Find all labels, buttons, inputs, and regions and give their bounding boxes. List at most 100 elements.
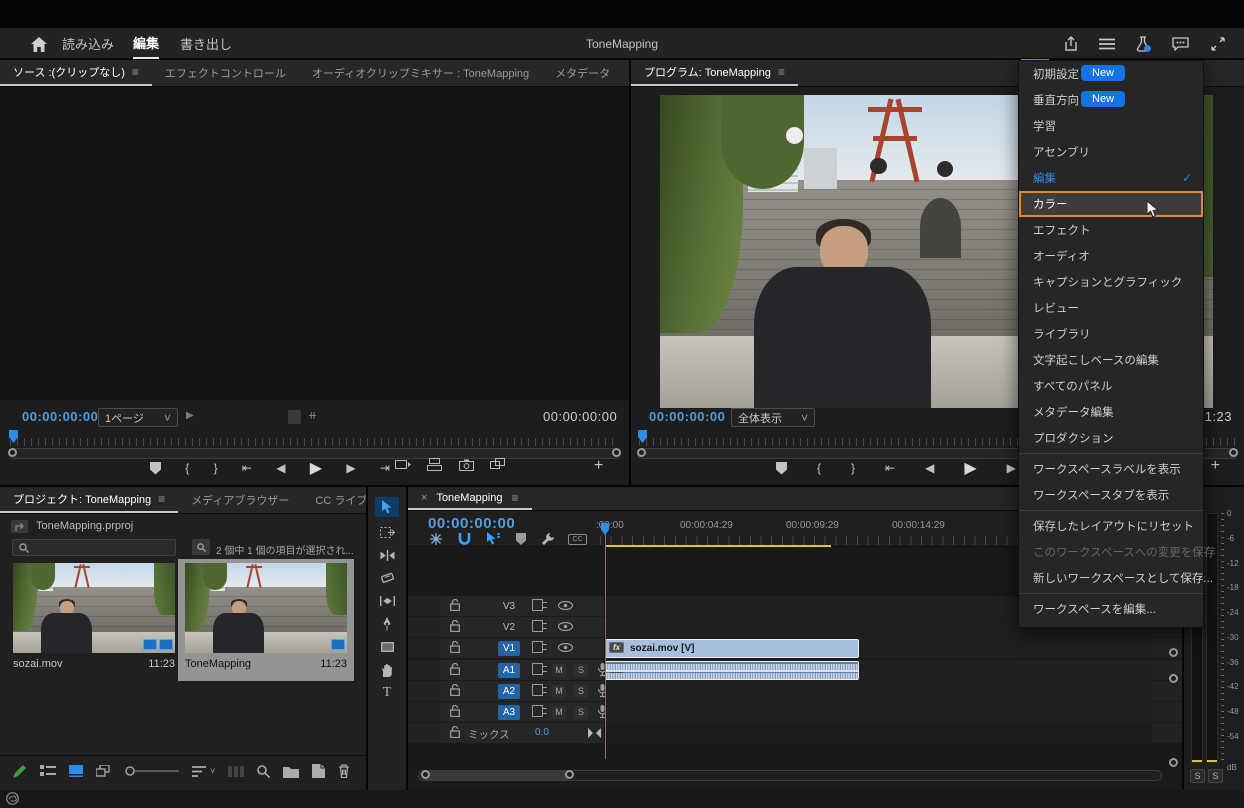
- experiment-icon[interactable]: [1132, 33, 1154, 55]
- source-mini-ruler[interactable]: [10, 438, 619, 446]
- play-button[interactable]: ▶: [964, 458, 976, 478]
- menu-item-metadata-editing[interactable]: メタデータ編集: [1019, 399, 1203, 425]
- mute-button[interactable]: M: [552, 705, 566, 719]
- lock-icon[interactable]: [450, 599, 460, 611]
- tab-effect-controls[interactable]: エフェクトコントロール: [152, 60, 299, 86]
- step-back-button[interactable]: ◀: [276, 461, 285, 475]
- captions-display-icon[interactable]: CC: [568, 534, 587, 545]
- toggle-track-output-eye-icon[interactable]: [558, 622, 573, 631]
- toggle-track-output-eye-icon[interactable]: [558, 643, 573, 652]
- timeline-timecode[interactable]: 00:00:00:00: [428, 515, 515, 532]
- menu-item-libraries[interactable]: ライブラリ: [1019, 321, 1203, 347]
- clip-name[interactable]: sozai.mov: [13, 658, 63, 670]
- source-patch-icon[interactable]: [532, 620, 547, 632]
- track-height-handle[interactable]: [1169, 674, 1178, 683]
- mark-in-button[interactable]: {: [185, 461, 189, 475]
- icon-view-icon[interactable]: [69, 765, 83, 777]
- lock-icon[interactable]: [450, 684, 460, 696]
- scrollbar-handle-right[interactable]: [612, 448, 621, 457]
- add-marker-button[interactable]: [776, 461, 787, 475]
- type-tool[interactable]: T: [375, 685, 399, 701]
- nav-import[interactable]: 読み込み: [62, 28, 114, 59]
- lock-icon[interactable]: [450, 726, 460, 738]
- tab-source[interactable]: ソース :(クリップなし) ≡: [0, 60, 152, 86]
- home-icon[interactable]: [28, 33, 50, 55]
- rectangle-tool[interactable]: [375, 639, 399, 655]
- pen-tool[interactable]: [375, 616, 399, 632]
- program-timecode-current[interactable]: 00:00:00:00: [649, 409, 725, 424]
- track-name-badge[interactable]: V3: [498, 599, 520, 614]
- writable-pencil-icon[interactable]: [12, 764, 27, 779]
- solo-button[interactable]: S: [574, 684, 588, 698]
- program-button-editor[interactable]: +: [1211, 457, 1220, 475]
- scrollbar-handle-left[interactable]: [8, 448, 17, 457]
- ripple-edit-tool[interactable]: [375, 547, 399, 563]
- tab-audio-clip-mixer[interactable]: オーディオクリップミキサー : ToneMapping: [299, 60, 542, 86]
- source-patch-icon[interactable]: [532, 705, 547, 717]
- trim-icon[interactable]: ⧺: [308, 409, 317, 422]
- linked-selection-icon[interactable]: [486, 532, 500, 545]
- scrollbar-handle-right[interactable]: [565, 770, 574, 779]
- menu-item-production[interactable]: プロダクション: [1019, 425, 1203, 451]
- menu-item-learning[interactable]: 学習: [1019, 113, 1203, 139]
- track-content[interactable]: [605, 702, 1152, 722]
- tab-media-browser[interactable]: メディアブラウザー: [178, 487, 302, 513]
- clip-thumbnail[interactable]: [13, 563, 175, 653]
- track-content[interactable]: [605, 681, 1152, 701]
- menu-item-audio[interactable]: オーディオ: [1019, 243, 1203, 269]
- track-name-badge[interactable]: V2: [498, 620, 520, 635]
- timeline-playhead-line[interactable]: [604, 533, 606, 759]
- mute-button[interactable]: M: [552, 684, 566, 698]
- search-input[interactable]: [12, 539, 176, 556]
- mark-out-button[interactable]: }: [214, 461, 218, 475]
- delete-icon[interactable]: [338, 764, 350, 778]
- source-patch-icon[interactable]: [532, 641, 547, 653]
- export-frame-icon[interactable]: [458, 459, 474, 471]
- menu-item-edit-workspaces[interactable]: ワークスペースを編集...: [1019, 596, 1203, 622]
- freeform-view-icon[interactable]: [96, 764, 112, 778]
- source-patch-icon[interactable]: [532, 684, 547, 696]
- slip-tool[interactable]: [375, 593, 399, 609]
- step-forward-button[interactable]: ▶: [1007, 461, 1016, 475]
- nav-edit[interactable]: 編集: [133, 28, 160, 59]
- audio-clip-sozai[interactable]: fx: [605, 660, 859, 680]
- automate-to-sequence-icon[interactable]: [228, 765, 245, 777]
- settings-icon[interactable]: [288, 410, 301, 424]
- nest-toggle-icon[interactable]: [430, 533, 442, 545]
- lock-icon[interactable]: [450, 620, 460, 632]
- tab-program[interactable]: プログラム: ToneMapping ≡: [631, 60, 798, 86]
- menu-item-editing-selected[interactable]: 編集 ✓: [1019, 165, 1203, 191]
- razor-tool[interactable]: [375, 570, 399, 586]
- source-patch-icon[interactable]: [532, 663, 547, 675]
- timeline-horizontal-scrollbar[interactable]: [418, 770, 1162, 781]
- track-name-badge-targeted[interactable]: A3: [498, 704, 520, 720]
- overwrite-icon[interactable]: [427, 458, 443, 471]
- sequence-thumbnail[interactable]: [185, 563, 347, 653]
- panel-menu-icon[interactable]: ≡: [512, 492, 519, 504]
- solo-button[interactable]: S: [574, 663, 588, 677]
- menu-item-captions-graphics[interactable]: キャプションとグラフィック: [1019, 269, 1203, 295]
- scrollbar-handle-left[interactable]: [637, 448, 646, 457]
- breadcrumb[interactable]: ToneMapping.prproj: [36, 520, 133, 532]
- source-zoom-select[interactable]: 1ページ ˅: [98, 408, 178, 427]
- solo-button[interactable]: S: [574, 705, 588, 719]
- sequence-name[interactable]: ToneMapping: [185, 658, 251, 670]
- go-to-in-button[interactable]: ⇤: [242, 461, 252, 475]
- tab-cc-libraries[interactable]: CC ライブラリ: [302, 487, 366, 513]
- program-zoom-select[interactable]: 全体表示 ˅: [731, 408, 815, 427]
- progress-dashboard-icon[interactable]: [1096, 33, 1118, 55]
- menu-item-show-workspace-labels[interactable]: ワークスペースラベルを表示: [1019, 456, 1203, 482]
- fullscreen-icon[interactable]: [1207, 33, 1229, 55]
- track-name-badge-targeted[interactable]: V1: [498, 640, 520, 656]
- mute-button[interactable]: M: [552, 663, 566, 677]
- feedback-icon[interactable]: [1169, 33, 1191, 55]
- menu-item-vertical[interactable]: 垂直方向 New: [1019, 87, 1203, 113]
- step-back-button[interactable]: ◀: [925, 461, 934, 475]
- lock-icon[interactable]: [450, 705, 460, 717]
- source-timecode-current[interactable]: 00:00:00:00: [22, 409, 98, 424]
- scrollbar-handle-left[interactable]: [421, 770, 430, 779]
- lock-icon[interactable]: [450, 663, 460, 675]
- mark-in-button[interactable]: {: [817, 461, 821, 475]
- new-bin-icon[interactable]: [283, 765, 300, 778]
- search-bin-icon[interactable]: [192, 539, 210, 555]
